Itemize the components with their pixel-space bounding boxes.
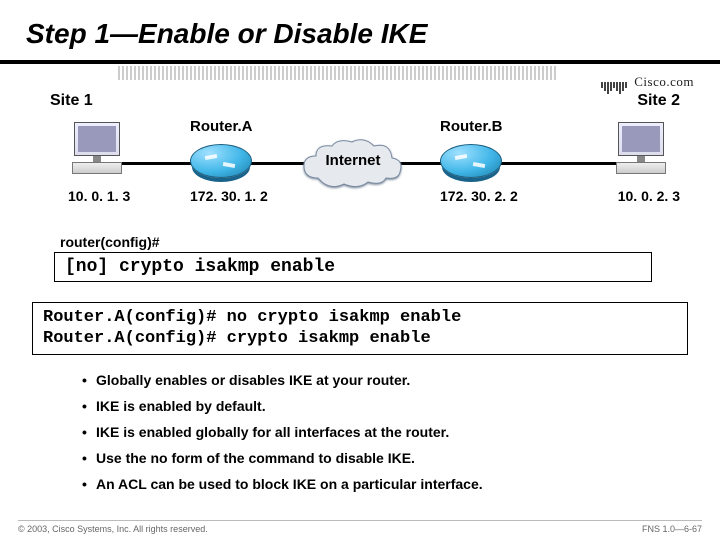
footer-copyright: © 2003, Cisco Systems, Inc. All rights r…	[18, 524, 208, 534]
router-a-label: Router.A	[190, 118, 253, 135]
decorative-band	[118, 66, 558, 80]
network-diagram: Site 1 Site 2 Router.A Router.B Internet…	[40, 92, 680, 222]
command-example-box: Router.A(config)# no crypto isakmp enabl…	[32, 302, 688, 355]
site2-label: Site 2	[637, 92, 680, 110]
command-prompt-label: router(config)#	[60, 234, 160, 250]
router-b-label: Router.B	[440, 118, 503, 135]
router-b-icon	[440, 144, 502, 178]
bullet-item: Use the no form of the command to disabl…	[82, 450, 682, 466]
command-syntax-box: [no] crypto isakmp enable	[54, 252, 652, 282]
host-a-ip: 10. 0. 1. 3	[68, 188, 130, 204]
router-a-ip: 172. 30. 1. 2	[190, 188, 268, 204]
brand-logo: Cisco.com	[601, 74, 695, 94]
router-b-ip: 172. 30. 2. 2	[440, 188, 518, 204]
bullet-item: IKE is enabled by default.	[82, 398, 682, 414]
brand-text: Cisco.com	[634, 74, 694, 89]
bullet-list: Globally enables or disables IKE at your…	[42, 372, 682, 502]
internet-cloud-icon: Internet	[298, 136, 408, 190]
bullet-item: An ACL can be used to block IKE on a par…	[82, 476, 682, 492]
router-a-icon	[190, 144, 252, 178]
site1-label: Site 1	[50, 92, 93, 110]
bullet-item: Globally enables or disables IKE at your…	[82, 372, 682, 388]
bullet-item: IKE is enabled globally for all interfac…	[82, 424, 682, 440]
footer: © 2003, Cisco Systems, Inc. All rights r…	[18, 520, 702, 534]
page-title: Step 1—Enable or Disable IKE	[26, 18, 427, 50]
cloud-label: Internet	[298, 152, 408, 169]
host-a-icon	[68, 122, 126, 174]
host-b-icon	[612, 122, 670, 174]
title-underline	[0, 60, 720, 64]
footer-page-ref: FNS 1.0—6-67	[642, 524, 702, 534]
host-b-ip: 10. 0. 2. 3	[618, 188, 680, 204]
